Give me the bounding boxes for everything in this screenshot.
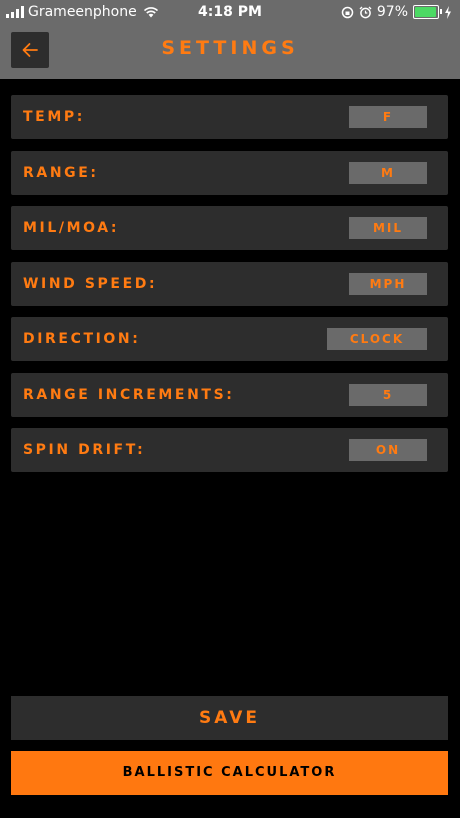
spin-drift-selector[interactable]: ON [349,439,427,461]
setting-row-range-increments: RANGE INCREMENTS: 5 [11,372,448,417]
battery-fill [415,7,437,17]
range-increments-selector[interactable]: 5 [349,383,427,406]
setting-row-direction: DIRECTION: CLOCK [11,317,448,361]
setting-label-range: RANGE: [23,164,99,181]
orientation-lock-icon [341,6,354,18]
temp-selector[interactable]: F [349,106,427,128]
setting-row-spin-drift: SPIN DRIFT: ON [11,428,448,472]
settings-list: TEMP: F RANGE: M MIL/MOA: MIL WIND SPEED… [11,95,448,484]
setting-label-temp: TEMP: [23,109,85,125]
setting-row-wind-speed: WIND SPEED: MPH [11,261,448,306]
setting-row-temp: TEMP: F [11,95,448,139]
wind-speed-selector[interactable]: MPH [349,272,427,295]
battery-percent: 97% [376,4,408,20]
alarm-icon [359,6,372,18]
setting-label-range-increments: RANGE INCREMENTS: [23,386,235,403]
setting-label-spin-drift: SPIN DRIFT: [23,442,146,458]
battery-icon [413,5,442,19]
setting-row-mil-moa: MIL/MOA: MIL [11,206,448,250]
charging-bolt-icon [445,5,451,19]
mil-moa-selector[interactable]: MIL [349,217,427,239]
status-right: 97% [341,4,452,20]
status-bar: Grameenphone 4:18 PM 97% [0,0,460,24]
page-title: SETTINGS [161,37,299,59]
setting-label-mil-moa: MIL/MOA: [23,220,120,236]
setting-label-wind-speed: WIND SPEED: [23,275,158,292]
ballistic-calculator-button[interactable]: BALLISTIC CALCULATOR [11,751,448,795]
setting-row-range: RANGE: M [11,150,448,195]
direction-selector[interactable]: CLOCK [327,328,427,350]
save-button[interactable]: SAVE [11,696,448,740]
range-selector[interactable]: M [349,161,427,184]
setting-label-direction: DIRECTION: [23,331,141,347]
header-bar: SETTINGS [0,24,460,79]
